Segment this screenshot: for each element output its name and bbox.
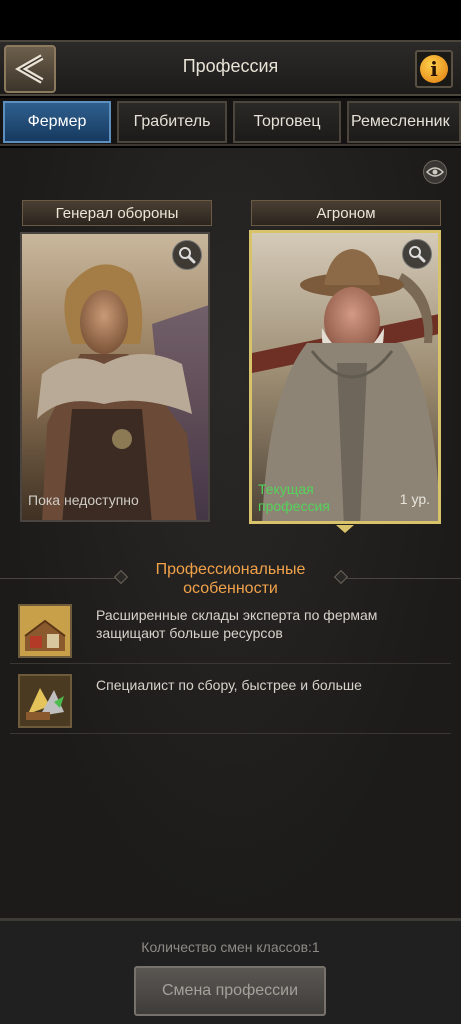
zoom-button[interactable] — [172, 240, 202, 270]
header: Профессия i — [0, 40, 461, 96]
current-line-1: Текущая — [258, 481, 314, 497]
features-title: Профессиональные особенности — [0, 560, 461, 598]
zoom-button[interactable] — [402, 239, 432, 269]
features-title-line-1: Профессиональные — [155, 561, 306, 578]
main-content: Генерал обороны Пока недоступно Агроном … — [0, 148, 461, 918]
profession-tabs: Фермер Грабитель Торговец Ремесленник — [0, 98, 461, 146]
class-change-count: Количество смен классов:1 — [141, 939, 320, 955]
card-status: Пока недоступно — [28, 492, 139, 508]
profession-level: 1 ур. — [399, 491, 430, 507]
info-icon: i — [420, 55, 448, 83]
feature-text: Специалист по сбору, быстрее и больше — [96, 677, 362, 693]
feature-item: Специалист по сбору, быстрее и больше — [10, 666, 451, 734]
tab-trader[interactable]: Торговец — [233, 101, 341, 143]
feature-text: Расширенные склады эксперта по фермам за… — [96, 607, 378, 641]
page-title: Профессия — [182, 56, 279, 76]
magnifier-icon — [409, 246, 426, 263]
warehouse-icon — [18, 604, 72, 658]
feature-item: Расширенные склады эксперта по фермам за… — [10, 596, 451, 664]
tab-farmer[interactable]: Фермер — [3, 101, 111, 143]
card-agronomist[interactable]: Текущая профессия 1 ур. — [249, 230, 441, 524]
card-label-agronomist: Агроном — [251, 200, 441, 226]
current-profession-label: Текущая профессия — [258, 481, 330, 515]
change-profession-button[interactable]: Смена профессии — [134, 966, 326, 1016]
current-line-2: профессия — [258, 498, 330, 514]
info-button[interactable]: i — [415, 50, 453, 88]
tab-robber[interactable]: Грабитель — [117, 101, 227, 143]
card-defense-general[interactable]: Пока недоступно — [20, 232, 210, 522]
magnifier-icon — [179, 247, 196, 264]
eye-icon — [426, 167, 444, 177]
selected-marker-icon — [336, 525, 354, 533]
status-bar — [0, 0, 461, 40]
gather-icon — [18, 674, 72, 728]
footer: Количество смен классов:1 Смена професси… — [0, 918, 461, 1024]
preview-toggle-button[interactable] — [423, 160, 447, 184]
tab-craftsman[interactable]: Ремесленник — [347, 101, 461, 143]
warrior-portrait — [22, 234, 208, 520]
card-label-defense-general: Генерал обороны — [22, 200, 212, 226]
